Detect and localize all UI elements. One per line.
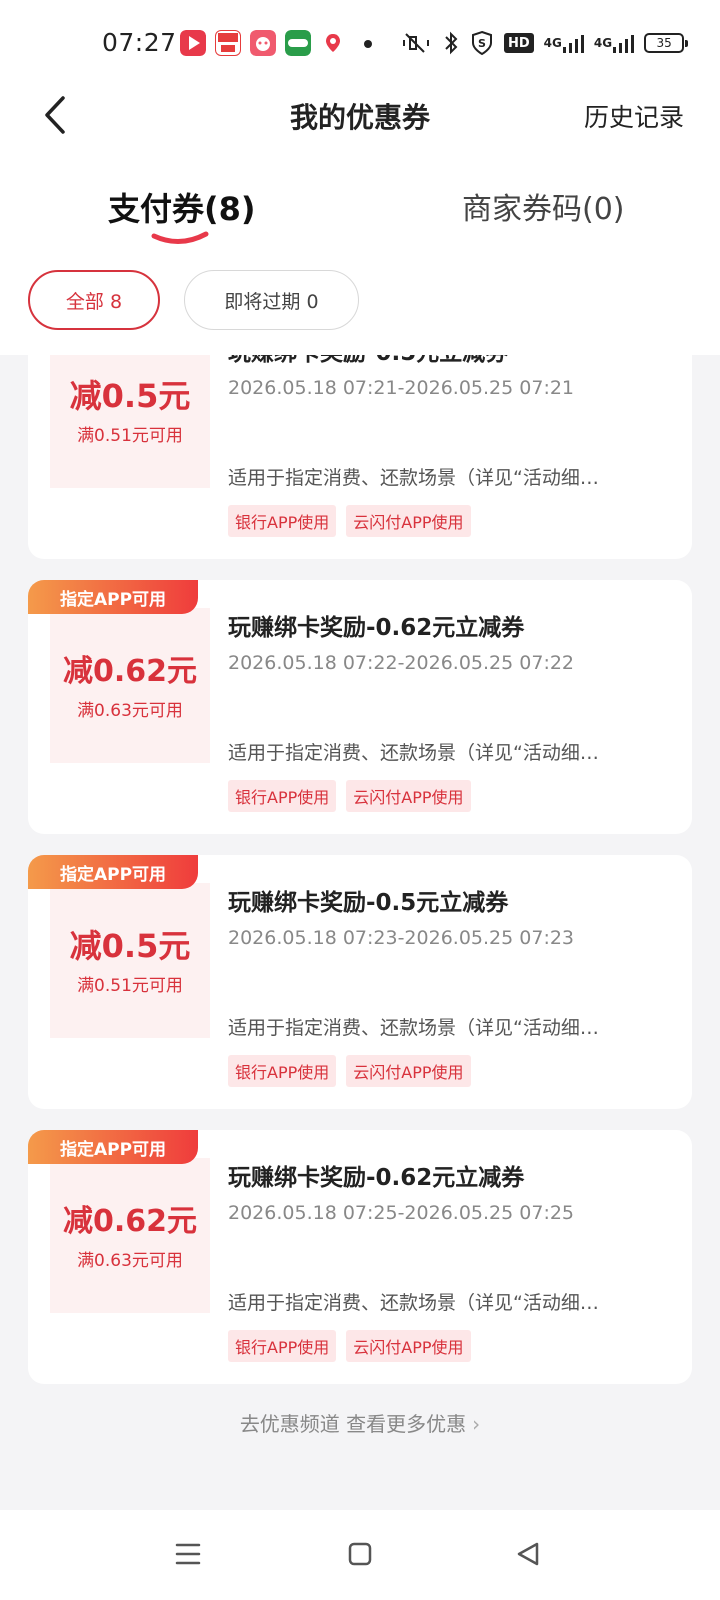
coupon-tag: 云闪付APP使用 xyxy=(346,1330,471,1362)
coupon-scope: 适用于指定消费、还款场景（详见“活动细… xyxy=(228,1017,599,1039)
status-bar: 07:27 S HD 4G 4G 35 xyxy=(0,0,720,90)
coupon-card[interactable]: 减0.62元 满0.63元可用 指定APP可用 玩赚绑卡奖励-0.62元立减券 … xyxy=(28,1130,692,1384)
coupon-card[interactable]: 减0.62元 满0.63元可用 指定APP可用 玩赚绑卡奖励-0.62元立减券 … xyxy=(28,580,692,834)
coupon-tag: 银行APP使用 xyxy=(228,1330,337,1362)
coupon-tag: 银行APP使用 xyxy=(228,1055,337,1087)
coupon-tag: 云闪付APP使用 xyxy=(346,780,471,812)
coupon-validity: 2026.05.18 07:23-2026.05.25 07:23 xyxy=(228,927,575,949)
coupon-condition: 满0.51元可用 xyxy=(77,976,183,996)
coupon-amount: 减0.5元 xyxy=(69,377,191,415)
coupon-tags: 银行APP使用 云闪付APP使用 xyxy=(228,1330,471,1362)
coupon-validity: 2026.05.18 07:22-2026.05.25 07:22 xyxy=(228,652,575,674)
coupon-tags: 银行APP使用 云闪付APP使用 xyxy=(228,505,471,537)
battery-icon: 35 xyxy=(644,33,689,53)
coupon-amount: 减0.62元 xyxy=(62,1204,198,1239)
bluetooth-icon xyxy=(445,31,458,55)
notification-dot xyxy=(364,40,372,48)
system-nav-bar xyxy=(0,1510,720,1600)
battery-level: 35 xyxy=(656,36,672,50)
coupon-title: 玩赚绑卡奖励-0.5元立减券 xyxy=(228,355,508,367)
coupon-amount-box: 减0.5元 满0.51元可用 xyxy=(50,355,210,488)
coupon-title: 玩赚绑卡奖励-0.62元立减券 xyxy=(228,615,525,641)
app-only-badge: 指定APP可用 xyxy=(28,1130,198,1164)
history-link[interactable]: 历史记录 xyxy=(584,98,684,134)
game-app-icon xyxy=(250,30,276,56)
tab-payment-coupons[interactable]: 支付券(8) xyxy=(108,184,256,230)
status-indicators: S HD 4G 4G 35 xyxy=(400,30,689,56)
mute-vibrate-icon xyxy=(403,33,429,53)
nav-menu-button[interactable] xyxy=(166,1532,210,1576)
coupon-tags: 银行APP使用 云闪付APP使用 xyxy=(228,1055,471,1087)
shopping-app-icon xyxy=(215,30,241,56)
coupon-condition: 满0.63元可用 xyxy=(77,1251,183,1271)
filter-expiring-chip[interactable]: 即将过期 0 xyxy=(184,270,359,330)
coupon-condition: 满0.51元可用 xyxy=(77,426,183,446)
coupon-amount-box: 减0.62元 满0.63元可用 xyxy=(50,608,210,763)
nav-home-button[interactable] xyxy=(338,1532,382,1576)
coupon-tabs: 支付券(8) 商家券码(0) xyxy=(0,150,720,255)
triangle-back-icon xyxy=(517,1542,539,1566)
oppo-app-icon xyxy=(285,30,311,56)
status-app-icons xyxy=(180,30,346,56)
square-home-icon xyxy=(348,1542,372,1566)
coupon-title: 玩赚绑卡奖励-0.5元立减券 xyxy=(228,890,509,916)
coupon-tags: 银行APP使用 云闪付APP使用 xyxy=(228,780,471,812)
svg-text:S: S xyxy=(478,37,486,50)
shield-s-icon: S xyxy=(472,30,492,56)
coupon-tag: 银行APP使用 xyxy=(228,505,337,537)
video-app-icon xyxy=(180,30,206,56)
tab-merchant-codes[interactable]: 商家券码(0) xyxy=(462,184,625,228)
coupon-scope: 适用于指定消费、还款场景（详见“活动细… xyxy=(228,467,599,489)
coupon-tag: 云闪付APP使用 xyxy=(346,1055,471,1087)
active-tab-indicator xyxy=(151,231,209,244)
coupon-amount: 减0.5元 xyxy=(69,927,191,965)
chevron-right-icon: › xyxy=(472,1412,481,1436)
hd-icon: HD xyxy=(504,33,534,53)
signal-4g-icon-1: 4G xyxy=(544,30,584,56)
app-only-badge: 指定APP可用 xyxy=(28,580,198,614)
coupon-title: 玩赚绑卡奖励-0.62元立减券 xyxy=(228,1165,525,1191)
filter-bar: 全部 8 即将过期 0 xyxy=(0,255,720,355)
signal-4g-icon-2: 4G xyxy=(593,30,635,56)
coupon-tag: 银行APP使用 xyxy=(228,780,337,812)
coupon-validity: 2026.05.18 07:25-2026.05.25 07:25 xyxy=(228,1202,575,1224)
coupon-amount-box: 减0.5元 满0.51元可用 xyxy=(50,883,210,1038)
coupon-validity: 2026.05.18 07:21-2026.05.25 07:21 xyxy=(228,377,575,399)
nav-back-button[interactable] xyxy=(506,1532,550,1576)
coupon-amount-box: 减0.62元 满0.63元可用 xyxy=(50,1158,210,1313)
coupon-card[interactable]: 减0.5元 满0.51元可用 玩赚绑卡奖励-0.5元立减券 2026.05.18… xyxy=(28,355,692,559)
network-label-1: 4G xyxy=(543,36,562,50)
coupon-card[interactable]: 减0.5元 满0.51元可用 指定APP可用 玩赚绑卡奖励-0.5元立减券 20… xyxy=(28,855,692,1109)
coupon-scope: 适用于指定消费、还款场景（详见“活动细… xyxy=(228,742,599,764)
menu-icon xyxy=(175,1543,201,1565)
coupon-tag: 云闪付APP使用 xyxy=(346,505,471,537)
status-time: 07:27 xyxy=(102,28,177,57)
more-offers-label: 去优惠频道 查看更多优惠 xyxy=(239,1412,467,1436)
more-offers-link[interactable]: 去优惠频道 查看更多优惠 › xyxy=(0,1408,720,1437)
network-label-2: 4G xyxy=(593,36,613,50)
filter-all-chip[interactable]: 全部 8 xyxy=(28,270,160,330)
coupon-condition: 满0.63元可用 xyxy=(77,701,183,721)
coupon-list: 减0.5元 满0.51元可用 玩赚绑卡奖励-0.5元立减券 2026.05.18… xyxy=(0,355,720,1515)
coupon-scope: 适用于指定消费、还款场景（详见“活动细… xyxy=(228,1292,599,1314)
map-app-icon xyxy=(320,30,346,56)
app-header: 我的优惠券 历史记录 xyxy=(0,90,720,150)
coupon-amount: 减0.62元 xyxy=(62,654,198,689)
app-only-badge: 指定APP可用 xyxy=(28,855,198,889)
